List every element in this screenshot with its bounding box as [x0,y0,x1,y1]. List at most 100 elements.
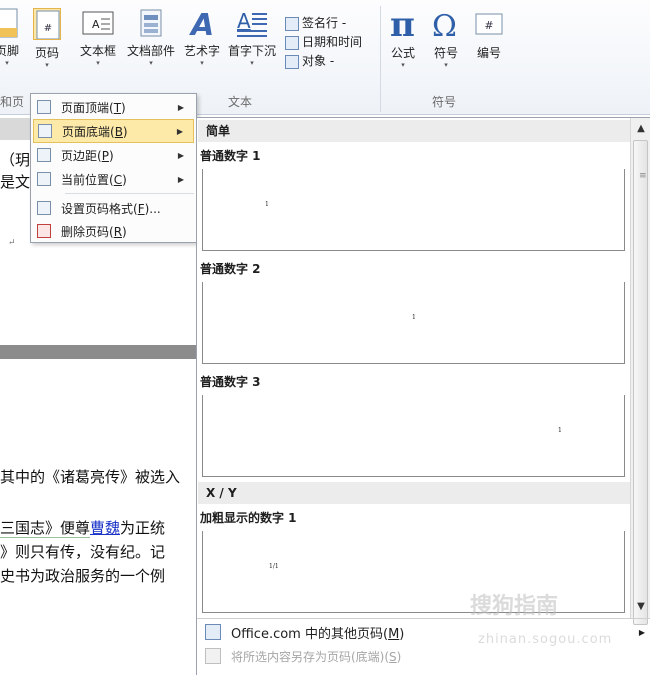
delete-icon [37,224,51,238]
watermark: 搜狗指南 [470,594,559,619]
svg-text:A: A [92,18,100,31]
equation-button[interactable]: π 公式 ▾ [388,8,418,69]
chevron-down-icon: ▾ [96,59,100,67]
insert-small-buttons: 签名行 - 日期和时间 对象 - [285,14,362,71]
svg-text:Ω: Ω [432,9,457,40]
quick-parts-button[interactable]: 文档部件 ▾ [127,8,175,67]
gallery-item-label: 普通数字 1 [200,149,261,163]
gallery-section-header: X / Y [198,482,630,504]
menu-item-label: 页面底端(B) [62,124,128,139]
quick-parts-icon [140,9,162,37]
chevron-right-icon: ▶ [176,126,183,136]
menu-item-label: 当前位置(C) [61,172,127,187]
watermark-url: zhinan.sogou.com [478,632,613,647]
page-number-preview: 1 [558,427,562,434]
footer-label: 页脚 [0,44,19,58]
footer-button[interactable]: 页脚 ▾ [0,8,20,67]
menu-item-remove-page-numbers[interactable]: 删除页码(R) [33,219,194,243]
save-selection-label: 将所选内容另存为页码(底端)(S) [231,649,402,664]
menu-item-current-position[interactable]: 当前位置(C) ▶ [33,167,194,191]
chevron-down-icon: ▾ [401,61,405,69]
symbol-label: 符号 [433,46,458,60]
doc-text: （玥 [0,151,31,169]
menu-item-format-page-numbers[interactable]: 设置页码格式(F)... [33,196,194,220]
pi-icon: π [390,8,415,40]
chevron-down-icon: ▾ [200,59,204,67]
page-number-menu: 页面顶端(T) ▶ 页面底端(B) ▶ 页边距(P) ▶ 当前位置(C) ▶ 设… [30,93,197,243]
wordart-label: 艺术字 [184,44,221,58]
gallery-item-label: 普通数字 2 [200,262,261,276]
gallery-item-bold-number-1[interactable]: 1/1 [202,531,625,613]
page-top-icon [37,100,51,114]
svg-text:#: # [44,23,52,34]
omega-icon: Ω [432,9,457,40]
chevron-right-icon: ▶ [177,102,184,112]
chevron-down-icon: ▾ [149,59,153,67]
format-icon [37,201,51,215]
chevron-down-icon: ▾ [250,59,254,67]
gallery-item-plain-number-1[interactable]: 1 [202,169,625,251]
save-gallery-icon [205,648,221,664]
scroll-up-icon[interactable]: ▲ [634,122,648,136]
wordart-icon: A [189,8,214,38]
calendar-icon [285,35,299,50]
equation-label: 公式 [390,46,415,60]
save-selection-as-page-number: 将所选内容另存为页码(底端)(S) [201,645,631,667]
svg-text:#: # [484,19,493,32]
page-margins-icon [37,148,51,162]
date-time-label: 日期和时间 [302,35,363,49]
page-number-preview: 1 [412,314,416,321]
group-label-symbols: 符号 [432,95,457,109]
object-button[interactable]: 对象 - [285,52,362,71]
signature-line-button[interactable]: 签名行 - [285,14,362,33]
doc-text: 为正统 [120,519,166,537]
gallery-item-plain-number-3[interactable]: 1 [202,395,625,477]
menu-item-page-margins[interactable]: 页边距(P) ▶ [33,143,194,167]
doc-text: 》则只有传，没有纪。记 [0,543,166,561]
doc-text: 三国志》便尊 [0,519,91,538]
drop-cap-icon: A [237,9,267,37]
chevron-right-icon: ▶ [638,627,645,637]
menu-item-bottom-of-page[interactable]: 页面底端(B) ▶ [33,119,194,143]
chevron-right-icon: ▶ [177,174,184,184]
chevron-right-icon: ▶ [177,150,184,160]
more-page-numbers-label: Office.com 中的其他页码(M) [231,626,405,642]
signature-line-label: 签名行 - [302,16,347,30]
scrollbar-thumb[interactable]: ≡ [633,140,648,625]
group-label-text: 文本 [228,95,253,109]
menu-item-top-of-page[interactable]: 页面顶端(T) ▶ [33,95,194,119]
wordart-button[interactable]: A 艺术字 ▾ [184,8,220,67]
drop-cap-button[interactable]: A 首字下沉 ▾ [228,8,276,67]
current-position-icon [37,172,51,186]
symbol-button[interactable]: Ω 符号 ▾ [431,8,461,69]
gallery-item-plain-number-2[interactable]: 1 [202,282,625,364]
number-button[interactable]: # 编号 [474,8,504,61]
scroll-down-icon[interactable]: ▼ [634,600,648,614]
menu-item-label: 页边距(P) [61,148,114,163]
object-label: 对象 - [302,54,335,68]
quick-parts-label: 文档部件 [127,44,176,58]
page-gap [0,345,200,359]
drop-cap-label: 首字下沉 [228,44,277,58]
office-icon [205,624,221,640]
grip-icon: ≡ [639,171,647,181]
doc-link[interactable]: 曹魏 [90,519,120,537]
chevron-down-icon: ▾ [444,61,448,69]
date-time-button[interactable]: 日期和时间 [285,33,362,52]
doc-text: 是文 [0,173,31,191]
doc-text: 史书为政治服务的一个例 [0,567,166,585]
page-number-button[interactable]: # 页码 ▾ [33,8,61,69]
bottom-of-page-gallery: 简单 普通数字 1 1 普通数字 2 1 普通数字 3 1 X / Y 加粗显示… [196,117,650,675]
number-label: 编号 [476,46,501,60]
svg-text:A: A [237,9,251,33]
group-divider [380,6,381,112]
text-box-button[interactable]: A 文本框 ▾ [80,8,116,67]
chevron-down-icon: ▾ [5,59,9,67]
menu-separator [65,193,194,194]
chevron-down-icon: ▾ [45,61,49,69]
paragraph-mark: ↵ [8,238,16,248]
text-box-label: 文本框 [80,44,117,58]
gallery-scrollbar[interactable]: ≡ ▲ ▼ [630,118,650,625]
object-icon [285,54,299,69]
footer-icon [0,8,18,38]
